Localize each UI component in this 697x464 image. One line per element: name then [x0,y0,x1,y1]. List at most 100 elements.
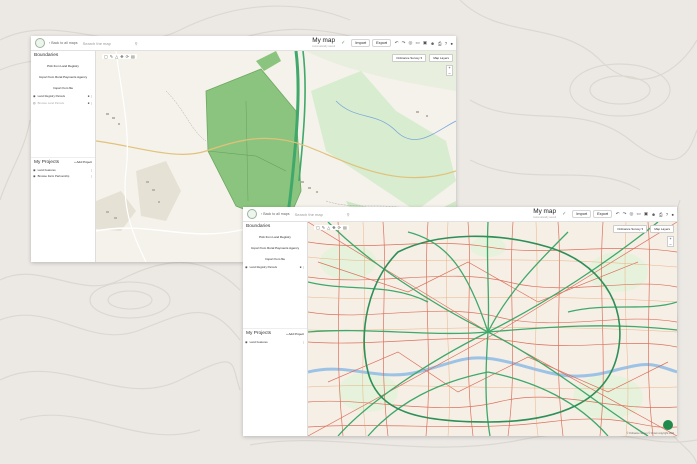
import-rpa-button[interactable]: Import from Rural Payments Agency [31,71,95,82]
lock-icon[interactable]: ■ ⋮ [88,101,93,105]
back-to-maps-link[interactable]: ‹ Back to all maps [49,41,78,45]
target-icon[interactable]: ◎ [629,211,633,217]
project-row[interactable]: ◉ Land Features ⋮ [243,338,307,344]
shape-tool-icon[interactable]: △ [327,225,330,230]
more-icon[interactable]: ⋮ [90,168,93,172]
import-button[interactable]: Import [572,210,592,218]
undo-icon[interactable]: ↶ [395,40,399,46]
pick-land-registry-button[interactable]: Pick from Land Registry [31,60,95,71]
more-icon[interactable]: ⋮ [90,174,93,178]
basemap-dropdown[interactable]: Ordnance Survey ▾ [613,225,647,233]
projects-header: My Projects + Add Project [31,156,95,167]
map-title-box[interactable]: My map Automatically saved [312,37,336,48]
map-layers-button[interactable]: Map Layers [429,54,453,62]
map-title-box[interactable]: My map Automatically saved [533,208,557,219]
export-button[interactable]: Export [593,210,613,218]
move-tool-icon[interactable]: ✥ [120,54,123,59]
zoom-out-button[interactable]: – [447,70,452,76]
search-icon[interactable]: ⚲ [135,41,138,46]
screenshot-london-map: ‹ Back to all maps Search the map ⚲ My m… [243,207,677,436]
projects-title: My Projects [34,159,60,165]
user-icon[interactable]: ● [450,41,453,46]
pick-land-registry-button[interactable]: Pick from Land Registry [243,231,307,242]
app-logo[interactable] [247,209,257,219]
eye-icon[interactable]: ◉ [245,265,248,269]
eye-icon[interactable]: ◉ [245,340,248,344]
user-icon[interactable]: ● [671,212,674,217]
lock-icon[interactable]: ■ ⋮ [88,94,93,98]
search-input[interactable]: Search the map [83,41,135,46]
project-label: Land Features [249,339,268,344]
eye-icon[interactable]: ◉ [33,94,36,98]
project-label: Browse Farm Partnership [37,174,70,179]
layer-label: Browse Land Parcels [37,100,65,105]
map-canvas[interactable]: ▢ ✎ △ ✥ ⟳ ▤ Ordnance Survey ▾ Map Layers… [308,222,677,436]
top-bar: ‹ Back to all maps Search the map ⚲ My m… [243,207,677,222]
ruler-icon[interactable]: ▭ [637,211,641,217]
select-tool-icon[interactable]: ▢ [316,225,320,230]
edit-tool-icon[interactable]: ▤ [131,54,135,59]
draw-tool-icon[interactable]: ✎ [110,54,113,59]
back-to-maps-link[interactable]: ‹ Back to all maps [261,212,290,216]
add-project-button[interactable]: + Add Project [74,160,95,164]
basemap-dropdown[interactable]: Ordnance Survey ▾ [392,54,426,62]
layer-label: Land Registry Parcels [37,94,65,99]
lock-icon[interactable]: ■ ⋮ [300,265,305,269]
layers-icon[interactable]: ▣ [423,40,427,46]
undo-icon[interactable]: ↶ [616,211,620,217]
london-road-map[interactable] [308,222,677,436]
edit-tool-icon[interactable]: ▤ [343,225,347,230]
draw-toolbar: ▢ ✎ △ ✥ ⟳ ▤ [314,225,349,230]
boundaries-title: Boundaries [34,53,59,58]
import-button[interactable]: Import [351,39,371,47]
redo-icon[interactable]: ↷ [402,40,406,46]
basemap-label: Ordnance Survey [617,227,641,231]
share-icon[interactable]: ☻ [651,212,656,217]
import-file-button[interactable]: Import from file [31,82,95,93]
shape-tool-icon[interactable]: △ [115,54,118,59]
search-icon[interactable]: ⚲ [347,212,350,217]
zoom-control: + – [446,65,453,77]
projects-header: My Projects + Add Project [243,328,307,338]
redo-icon[interactable]: ↷ [623,211,627,217]
search-input[interactable]: Search the map [295,212,347,217]
select-tool-icon[interactable]: ▢ [104,54,108,59]
ruler-icon[interactable]: ▭ [416,40,420,46]
print-icon[interactable]: ⎙ [438,41,442,46]
eye-icon[interactable]: ◉ [33,168,36,172]
map-layers-button[interactable]: Map Layers [650,225,674,233]
project-row[interactable]: ◉ Browse Farm Partnership ⋮ [31,173,95,179]
saved-check-icon: ✓ [562,211,567,217]
chat-bubble-icon[interactable] [663,420,673,430]
export-button[interactable]: Export [372,39,392,47]
add-project-button[interactable]: + Add Project [286,332,307,336]
app-logo[interactable] [35,38,45,48]
save-status: Automatically saved [533,215,557,219]
sidebar: Boundaries Pick from Land Registry Impor… [31,51,96,262]
share-icon[interactable]: ☻ [430,41,435,46]
draw-tool-icon[interactable]: ✎ [322,225,325,230]
help-icon[interactable]: ? [445,41,447,46]
add-project-label: Add Project [76,160,92,165]
more-icon[interactable]: ⋮ [302,340,305,344]
map-attribution: © Ordnance Survey © Crown copyright 2024 [626,432,674,435]
target-icon[interactable]: ◎ [408,40,412,46]
print-icon[interactable]: ⎙ [659,212,663,217]
help-icon[interactable]: ? [666,212,668,217]
saved-check-icon: ✓ [341,40,346,46]
projects-title: My Projects [246,331,272,337]
import-file-button[interactable]: Import from file [243,253,307,264]
rotate-tool-icon[interactable]: ⟳ [126,54,129,59]
back-link-label: Back to all maps [51,41,78,45]
eye-off-icon[interactable]: ◎ [33,101,36,105]
save-status: Automatically saved [312,44,336,48]
rotate-tool-icon[interactable]: ⟳ [338,225,341,230]
zoom-control: + – [667,236,674,248]
draw-toolbar: ▢ ✎ △ ✥ ⟳ ▤ [102,54,137,59]
move-tool-icon[interactable]: ✥ [332,225,335,230]
zoom-out-button[interactable]: – [668,241,673,247]
import-rpa-button[interactable]: Import from Rural Payments Agency [243,242,307,253]
layers-icon[interactable]: ▣ [644,211,648,217]
eye-icon[interactable]: ◉ [33,174,36,178]
layer-label: Land Registry Parcels [249,265,277,270]
